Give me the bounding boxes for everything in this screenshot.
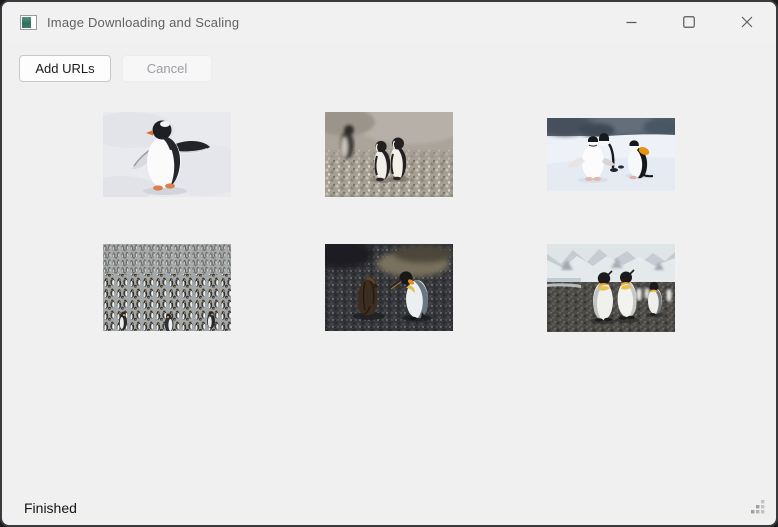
grid-cell (56, 88, 278, 221)
add-urls-button[interactable]: Add URLs (19, 55, 111, 82)
grid-cell (278, 88, 500, 221)
grid-cell (500, 88, 722, 221)
status-text: Finished (24, 500, 77, 516)
minimize-button[interactable] (602, 2, 660, 42)
maximize-icon (683, 16, 695, 28)
cancel-button: Cancel (122, 55, 212, 82)
grid-cell (500, 221, 722, 354)
thumbnail-african-penguins (325, 112, 453, 197)
title-bar[interactable]: Image Downloading and Scaling (2, 2, 776, 42)
thumbnail-king-penguins-beach (547, 244, 675, 332)
minimize-icon (626, 17, 637, 28)
toolbar: Add URLs Cancel (2, 55, 776, 82)
thumbnail-king-penguin-colony (103, 244, 231, 331)
app-window: Image Downloading and Scaling Add URLs C… (0, 0, 778, 527)
window-controls (602, 2, 776, 42)
thumbnail-gentoo-penguin (103, 112, 231, 197)
resize-grip-icon[interactable] (751, 500, 765, 514)
thumbnail-chinstrap-penguins (547, 118, 675, 191)
close-icon (741, 16, 753, 28)
window-title: Image Downloading and Scaling (47, 15, 239, 30)
grid-cell (56, 221, 278, 354)
grid-cell (278, 221, 500, 354)
maximize-button[interactable] (660, 2, 718, 42)
thumbnail-king-penguin-seal (325, 244, 453, 331)
thumbnail-grid (56, 88, 722, 354)
image-thumbnail-icon (20, 15, 37, 30)
close-button[interactable] (718, 2, 776, 42)
